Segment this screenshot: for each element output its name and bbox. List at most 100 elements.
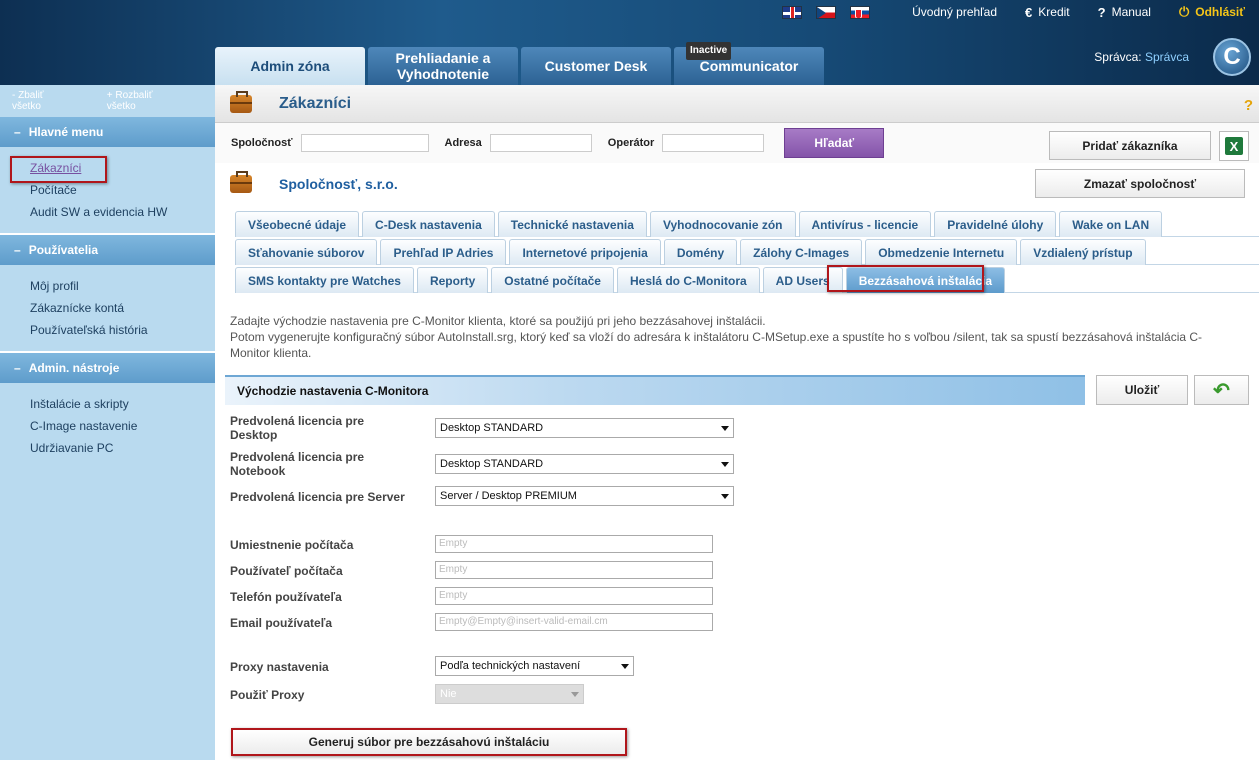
notebook-license-label: Predvolená licencia pre Notebook [230,450,365,478]
page-title: Zákazníci [279,94,352,112]
company-label: Spoločnosť [231,137,293,149]
company-search-input[interactable] [300,134,429,152]
sidebar-section-users[interactable]: – Používatelia [0,235,215,265]
cz-flag-icon[interactable] [816,5,837,19]
manual-link[interactable]: ? Manual [1098,5,1151,20]
subtab-antivirus[interactable]: Antivírus - licencie [798,211,932,237]
select-value: Desktop STANDARD [440,422,544,434]
sidebar-item-user-history[interactable]: Používateľská história [30,319,215,341]
subtab-general[interactable]: Všeobecné údaje [235,211,360,237]
server-license-label: Predvolená licencia pre Server [230,490,405,504]
admin-name[interactable]: Správca [1145,50,1189,64]
subtab-cmonitor-passwords[interactable]: Heslá do C-Monitora [616,267,760,293]
subtab-reports[interactable]: Reporty [416,267,489,293]
expand-all-link[interactable]: + Rozbaliť všetko [107,90,197,112]
overview-link[interactable]: Úvodný prehľad [912,5,997,19]
select-value: Podľa technických nastavení [440,660,581,672]
tab-communicator[interactable]: Inactive Communicator [674,42,824,85]
highlight-customers [10,156,107,183]
sidebar-list-users: Môj profil Zákaznícke kontá Používateľsk… [0,265,215,353]
desktop-license-label: Predvolená licencia pre Desktop [230,414,365,442]
tab-label: Communicator [699,58,799,74]
address-search-input[interactable] [489,134,592,152]
logo-icon: C [1213,38,1251,76]
description-line-2: Potom vygenerujte konfiguračný súbor Aut… [230,330,1203,360]
subtab-ip-addresses[interactable]: Prehľad IP Adries [380,239,507,265]
sidebar-item-audit[interactable]: Audit SW a evidencia HW [30,201,215,223]
collapse-icon: – [14,361,21,375]
sidebar-section-admin-tools[interactable]: – Admin. nástroje [0,353,215,383]
add-customer-button[interactable]: Pridať zákazníka [1049,131,1211,160]
tab-label: Prehliadanie a Vyhodnotenie [395,50,491,82]
subtab-cdesk[interactable]: C-Desk nastavenia [362,211,495,237]
section-header: Východzie nastavenia C-Monitora [225,375,1085,405]
subtab-internet-connections[interactable]: Internetové pripojenia [509,239,661,265]
excel-export-icon[interactable]: X [1219,131,1249,161]
user-email-input[interactable]: Empty@Empty@insert-valid-email.cm [435,613,713,631]
manual-label: Manual [1111,5,1151,19]
use-proxy-label: Použiť Proxy [230,688,305,702]
undo-icon: ↶ [1213,379,1230,402]
collapse-icon: – [14,125,21,139]
subtab-domains[interactable]: Domény [663,239,738,265]
user-email-label: Email používateľa [230,616,332,630]
sidebar-item-pc-maintenance[interactable]: Udržiavanie PC [30,437,215,459]
section-title: Používatelia [28,243,99,257]
admin-info: Správca: Správca [1094,50,1189,64]
collapse-all-link[interactable]: - Zbaliť všetko [12,90,89,112]
uk-flag-icon[interactable] [782,5,803,19]
subtab-other-computers[interactable]: Ostatné počítače [491,267,614,293]
sk-flag-icon[interactable] [850,5,871,19]
desktop-license-select[interactable]: Desktop STANDARD [435,418,734,438]
sidebar-item-installations[interactable]: Inštalácie a skripty [30,393,215,415]
location-input[interactable]: Empty [435,535,713,553]
sidebar-item-customer-accounts[interactable]: Zákaznícke kontá [30,297,215,319]
top-header: Úvodný prehľad € Kredit ? Manual ⏻ Odhlásiť… [0,0,1259,85]
search-button[interactable]: Hľadať [784,128,885,158]
sidebar-section-main-menu[interactable]: – Hlavné menu [0,117,215,147]
use-proxy-select[interactable]: Nie [435,684,584,704]
server-license-select[interactable]: Server / Desktop PREMIUM [435,486,734,506]
computer-user-label: Používateľ počítača [230,564,343,578]
company-name: Spoločnosť, s.r.o. [279,176,398,192]
operator-search-input[interactable] [662,134,765,152]
logout-link[interactable]: ⏻ Odhlásiť [1179,4,1245,20]
expand-label: Rozbaliť všetko [106,90,153,112]
page-header: Zákazníci ? [215,85,1259,123]
tab-customer-desk[interactable]: Customer Desk [521,47,671,85]
tab-admin-zone[interactable]: Admin zóna [215,47,365,85]
select-value: Nie [440,688,457,700]
user-phone-input[interactable]: Empty [435,587,713,605]
select-value: Server / Desktop PREMIUM [440,490,577,502]
generate-install-file-button[interactable]: Generuj súbor pre bezzásahovú inštaláciu [231,728,627,756]
sidebar-item-my-profile[interactable]: Môj profil [30,275,215,297]
dropdown-arrow-icon [571,692,579,697]
undo-button[interactable]: ↶ [1194,375,1249,405]
subtab-scheduled-tasks[interactable]: Pravidelné úlohy [934,211,1057,237]
subtab-wake-on-lan[interactable]: Wake on LAN [1059,211,1163,237]
description-line-1: Zadajte východzie nastavenia pre C-Monit… [230,314,766,328]
tab-browsing-evaluation[interactable]: Prehliadanie a Vyhodnotenie [368,47,518,85]
subtab-technical[interactable]: Technické nastavenia [497,211,647,237]
computer-user-input[interactable]: Empty [435,561,713,579]
subtab-internet-restriction[interactable]: Obmedzenie Internetu [865,239,1018,265]
euro-icon: € [1025,4,1033,20]
subtab-c-images[interactable]: Zálohy C-Images [740,239,863,265]
excel-glyph: X [1225,137,1243,155]
credit-link[interactable]: € Kredit [1025,5,1070,20]
tab-label: Admin zóna [250,58,330,74]
subtab-zones[interactable]: Vyhodnocovanie zón [649,211,796,237]
sidebar: - Zbaliť všetko + Rozbaliť všetko – Hlavn… [0,85,215,760]
subtab-downloads[interactable]: Sťahovanie súborov [235,239,378,265]
save-button[interactable]: Uložiť [1096,375,1188,405]
sidebar-item-c-image[interactable]: C-Image nastavenie [30,415,215,437]
delete-company-button[interactable]: Zmazať spoločnosť [1035,169,1245,198]
proxy-settings-label: Proxy nastavenia [230,660,329,674]
help-icon[interactable]: ? [1244,97,1253,114]
subtab-remote-access[interactable]: Vzdialený prístup [1020,239,1146,265]
main-content: Zákazníci ? Spoločnosť Adresa Operátor H… [215,85,1259,760]
overview-label: Úvodný prehľad [912,5,998,19]
proxy-settings-select[interactable]: Podľa technických nastavení [435,656,634,676]
notebook-license-select[interactable]: Desktop STANDARD [435,454,734,474]
subtab-sms-contacts[interactable]: SMS kontakty pre Watches [235,267,414,293]
